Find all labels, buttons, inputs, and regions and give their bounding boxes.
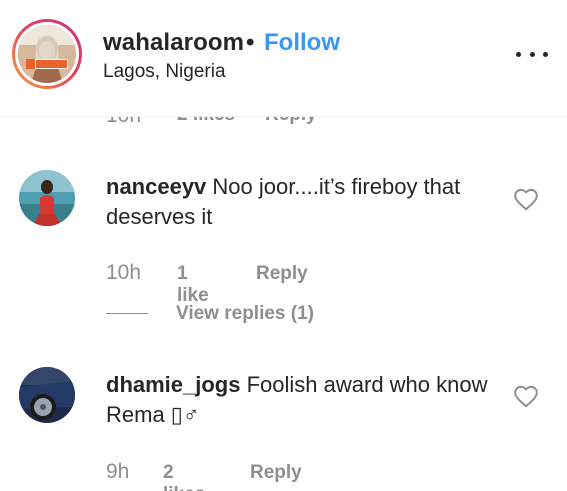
post-username[interactable]: wahalaroom (103, 29, 244, 57)
replies-divider-line (106, 313, 148, 314)
commenter-photo (19, 170, 75, 226)
more-horizontal-icon[interactable] (516, 48, 548, 60)
commenter-avatar[interactable] (19, 367, 75, 423)
comment-likes[interactable]: 2 likes (163, 462, 205, 491)
commenter-photo (19, 367, 75, 423)
commenter-username[interactable]: dhamie_jogs (106, 372, 240, 397)
reply-button[interactable]: Reply (256, 263, 308, 285)
reply-button[interactable]: Reply (250, 462, 302, 484)
heart-icon[interactable] (513, 384, 539, 408)
profile-picture (18, 25, 76, 83)
comment-likes[interactable]: 1 like (177, 263, 209, 307)
comment-text: nanceeyv Noo joor....it’s fireboy that d… (106, 172, 496, 232)
commenter-username[interactable]: nanceeyv (106, 174, 206, 199)
post-location[interactable]: Lagos, Nigeria (103, 61, 226, 83)
follow-button[interactable]: Follow (264, 29, 340, 57)
comment-time: 10h (106, 261, 142, 284)
separator-dot: • (246, 29, 255, 56)
commenter-avatar[interactable] (19, 170, 75, 226)
heart-icon[interactable] (513, 187, 539, 211)
comment-text: dhamie_jogs Foolish award who know Rema … (106, 370, 496, 430)
post-header: wahalaroom • Follow Lagos, Nigeria (0, 0, 567, 117)
comment-time: 9h (106, 460, 130, 483)
avatar[interactable] (18, 25, 76, 83)
post-comments-panel: 10h 2 likes Reply (0, 0, 567, 491)
story-ring[interactable] (12, 19, 82, 89)
view-replies-button[interactable]: View replies (1) (106, 303, 346, 325)
view-replies-label[interactable]: View replies (1) (176, 303, 314, 325)
